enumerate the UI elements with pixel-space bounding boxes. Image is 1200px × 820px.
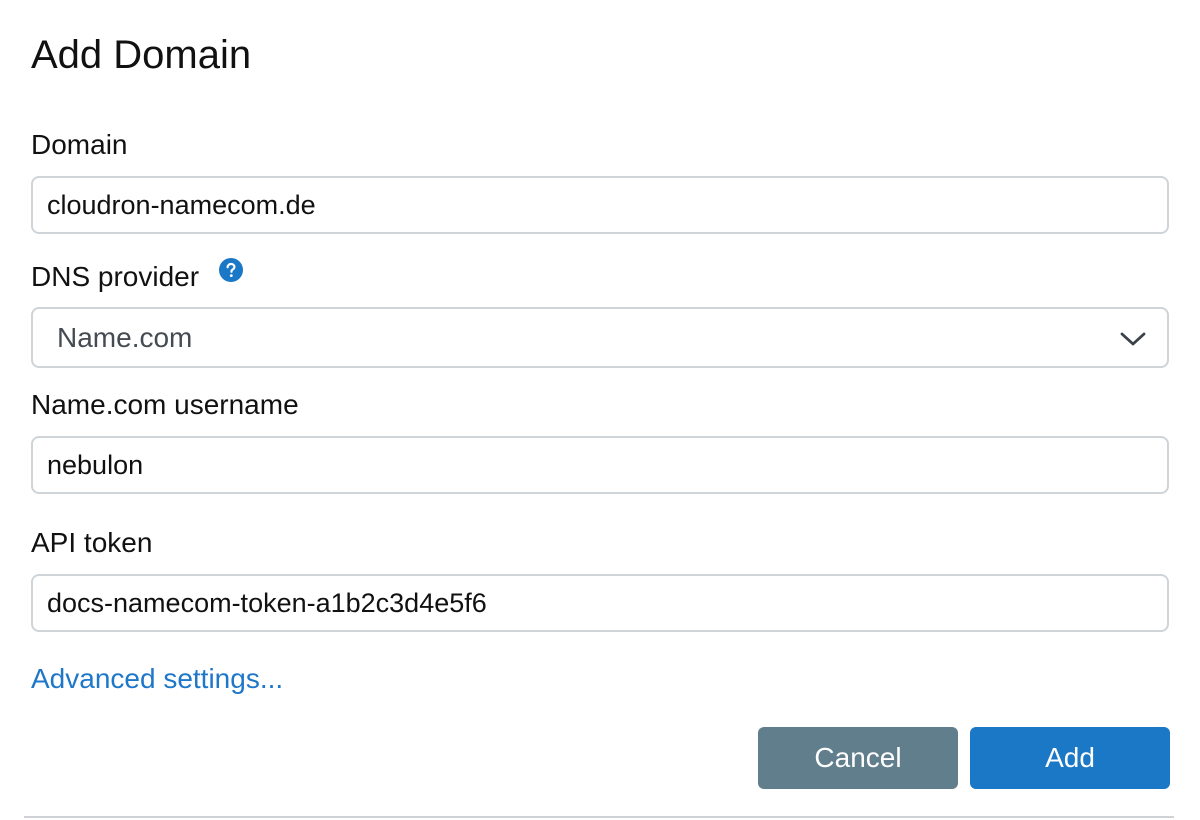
username-label: Name.com username bbox=[31, 389, 299, 420]
add-button[interactable]: Add bbox=[970, 727, 1170, 789]
cancel-button[interactable]: Cancel bbox=[758, 727, 958, 789]
divider bbox=[24, 816, 1174, 818]
dialog-title: Add Domain bbox=[31, 33, 252, 77]
question-circle-icon[interactable] bbox=[219, 258, 243, 282]
domain-label: Domain bbox=[31, 129, 128, 160]
advanced-settings-link[interactable]: Advanced settings... bbox=[31, 662, 283, 696]
domain-input[interactable] bbox=[31, 176, 1169, 234]
chevron-down-icon bbox=[1120, 332, 1146, 346]
api-token-input[interactable] bbox=[31, 574, 1169, 632]
dns-provider-label: DNS provider bbox=[31, 261, 200, 292]
api-token-label: API token bbox=[31, 527, 153, 558]
username-input[interactable] bbox=[31, 436, 1169, 494]
add-domain-dialog: Add Domain Domain DNS provider Name.com … bbox=[0, 0, 1200, 820]
dns-provider-selected: Name.com bbox=[57, 322, 193, 353]
dns-provider-select[interactable]: Name.com bbox=[31, 307, 1169, 368]
